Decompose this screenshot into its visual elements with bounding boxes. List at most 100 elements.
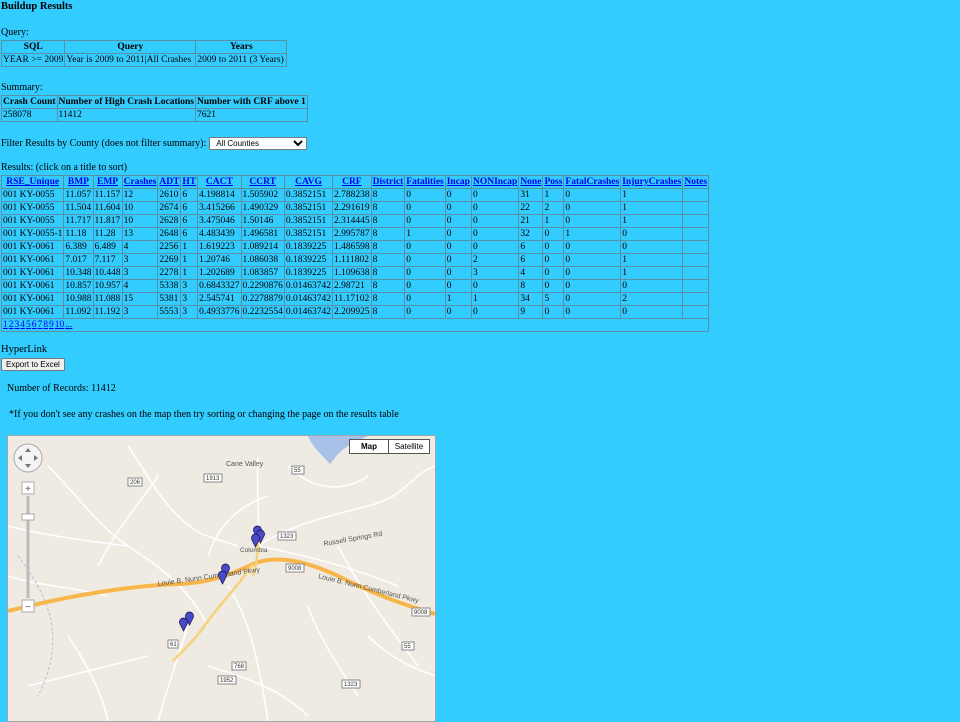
sort-link[interactable]: Fatalities <box>406 177 443 187</box>
results-header-cavg[interactable]: CAVG <box>283 175 334 189</box>
sort-link[interactable]: Poss <box>544 177 562 187</box>
table-cell: 8 <box>370 188 406 202</box>
table-cell: 11.092 <box>63 305 94 319</box>
results-header-ccrt[interactable]: CCRT <box>240 175 285 189</box>
zoom-in-icon: + <box>25 484 31 495</box>
map-type-map-button[interactable]: Map <box>349 439 389 454</box>
sort-link[interactable]: HT <box>182 177 196 187</box>
crash-marker[interactable] <box>218 570 227 585</box>
zoom-out-icon: − <box>25 602 31 613</box>
sort-link[interactable]: CRF <box>342 177 362 187</box>
zoom-slider-handle[interactable] <box>21 513 35 521</box>
results-header-injurycrashes[interactable]: InjuryCrashes <box>620 175 684 189</box>
table-row[interactable]: 001 KY-0061 10.857 10.957 4 5338 3 0.6843327 0.… <box>0 279 710 293</box>
page-link[interactable]: 2 <box>9 320 14 330</box>
results-header-ht[interactable]: HT <box>180 175 199 189</box>
results-header-rse-unique[interactable]: RSE_Unique <box>0 175 65 189</box>
table-cell: 0 <box>444 305 472 319</box>
county-select[interactable]: All Counties <box>209 137 308 150</box>
table-cell: 10 <box>121 214 159 228</box>
page-link[interactable]: 10 <box>55 320 65 330</box>
table-cell: 001 KY-0055-1 <box>0 227 65 241</box>
results-header-none[interactable]: None <box>518 175 544 189</box>
results-header-adt[interactable]: ADT <box>157 175 182 189</box>
results-header-crashes[interactable]: Crashes <box>121 175 159 189</box>
table-cell: 1.111802 <box>332 253 372 267</box>
table-row[interactable]: 001 KY-0055-1 11.18 11.28 13 2648 6 4.483439 1.… <box>0 227 710 241</box>
table-row[interactable]: 001 KY-0055 11.504 11.604 10 2674 6 3.415266 1.… <box>0 201 710 215</box>
results-header-nonincap[interactable]: NONIncap <box>470 175 520 189</box>
page-link[interactable]: 4 <box>20 320 25 330</box>
sort-link[interactable]: InjuryCrashes <box>622 177 681 187</box>
sort-link[interactable]: BMP <box>68 177 89 187</box>
page-link[interactable]: 9 <box>49 320 54 330</box>
svg-text:206: 206 <box>130 480 141 486</box>
table-cell: 31 <box>518 188 544 202</box>
page-link[interactable]: 7 <box>38 320 43 330</box>
table-cell: 001 KY-0061 <box>0 279 65 293</box>
sort-link[interactable]: None <box>520 177 541 187</box>
export-excel-button[interactable]: Export to Excel <box>1 358 65 371</box>
table-cell: 2.291619 <box>332 201 372 215</box>
results-header-emp[interactable]: EMP <box>92 175 123 189</box>
query-table: SQL Query Years YEAR >= 2009 Year is 200… <box>0 40 288 67</box>
sort-link[interactable]: Crashes <box>124 177 157 187</box>
sort-link[interactable]: FatalCrashes <box>565 177 619 187</box>
table-cell: 0 <box>563 279 622 293</box>
table-row[interactable]: 001 KY-0061 7.017 7.117 3 2269 1 1.20746 1.0860… <box>0 253 710 267</box>
results-header-poss[interactable]: Poss <box>542 175 565 189</box>
sort-link[interactable]: CCRT <box>249 177 276 187</box>
table-cell: 8 <box>370 266 406 280</box>
results-header-notes[interactable]: Notes <box>682 175 710 189</box>
results-header-cact[interactable]: CACT <box>197 175 242 189</box>
query-header-row: SQL Query Years <box>0 40 288 54</box>
results-header-crf[interactable]: CRF <box>332 175 372 189</box>
sort-link[interactable]: ADT <box>159 177 179 187</box>
map-canvas[interactable]: Cane Valley Columbia Louie B. Nunn Cumbe… <box>8 436 435 721</box>
table-cell <box>682 305 710 319</box>
sort-link[interactable]: CAVG <box>295 177 322 187</box>
table-row[interactable]: 001 KY-0055 11.057 11.157 12 2610 6 4.198814 1.… <box>0 188 710 202</box>
results-header-bmp[interactable]: BMP <box>63 175 94 189</box>
results-header-incap[interactable]: Incap <box>444 175 472 189</box>
table-cell: 0 <box>620 227 684 241</box>
page-link[interactable]: 8 <box>43 320 48 330</box>
zoom-control[interactable]: + − <box>21 481 35 613</box>
table-row[interactable]: 001 KY-0061 10.348 10.448 3 2278 1 1.202689 1.0… <box>0 266 710 280</box>
sort-link[interactable]: Notes <box>684 177 707 187</box>
table-cell <box>682 227 710 241</box>
sort-link[interactable]: EMP <box>97 177 118 187</box>
map-type-satellite-button[interactable]: Satellite <box>388 439 430 454</box>
summary-row: 258078 11412 7621 <box>1 108 308 122</box>
sort-link[interactable]: CACT <box>206 177 233 187</box>
sort-link[interactable]: RSE_Unique <box>6 177 59 187</box>
table-row[interactable]: 001 KY-0061 10.988 11.088 15 5381 3 2.545741 0.… <box>0 292 710 306</box>
table-row[interactable]: 001 KY-0061 11.092 11.192 3 5553 3 0.4933776 0.… <box>0 305 710 319</box>
table-cell: 0 <box>470 279 520 293</box>
table-row[interactable]: 001 KY-0061 6.389 6.489 4 2256 1 1.619223 1.089… <box>0 240 710 254</box>
crash-map[interactable]: Cane Valley Columbia Louie B. Nunn Cumbe… <box>7 435 436 722</box>
results-header-fatalcrashes[interactable]: FatalCrashes <box>563 175 622 189</box>
page-link[interactable]: 3 <box>15 320 20 330</box>
table-cell: 11.604 <box>92 201 123 215</box>
results-header-district[interactable]: District <box>370 175 406 189</box>
pan-control[interactable] <box>13 443 43 473</box>
table-cell: 8 <box>370 214 406 228</box>
table-cell: 5338 <box>157 279 182 293</box>
table-cell <box>682 214 710 228</box>
sort-link[interactable]: District <box>373 177 404 187</box>
page-link[interactable]: 6 <box>32 320 37 330</box>
query-header-query: Query <box>64 40 197 54</box>
table-cell: 1.490329 <box>240 201 285 215</box>
table-cell: 8 <box>370 305 406 319</box>
table-row[interactable]: 001 KY-0055 11.717 11.817 10 2628 6 3.475046 1.… <box>0 214 710 228</box>
table-cell: 7.017 <box>63 253 94 267</box>
sort-link[interactable]: NONIncap <box>473 177 517 187</box>
page-link[interactable]: 1 <box>3 320 8 330</box>
sort-link[interactable]: Incap <box>447 177 470 187</box>
results-header-fatalities[interactable]: Fatalities <box>404 175 446 189</box>
table-cell: 0 <box>404 292 446 306</box>
table-cell: 3 <box>470 266 520 280</box>
page-link[interactable]: ... <box>65 320 72 330</box>
page-link[interactable]: 5 <box>26 320 31 330</box>
